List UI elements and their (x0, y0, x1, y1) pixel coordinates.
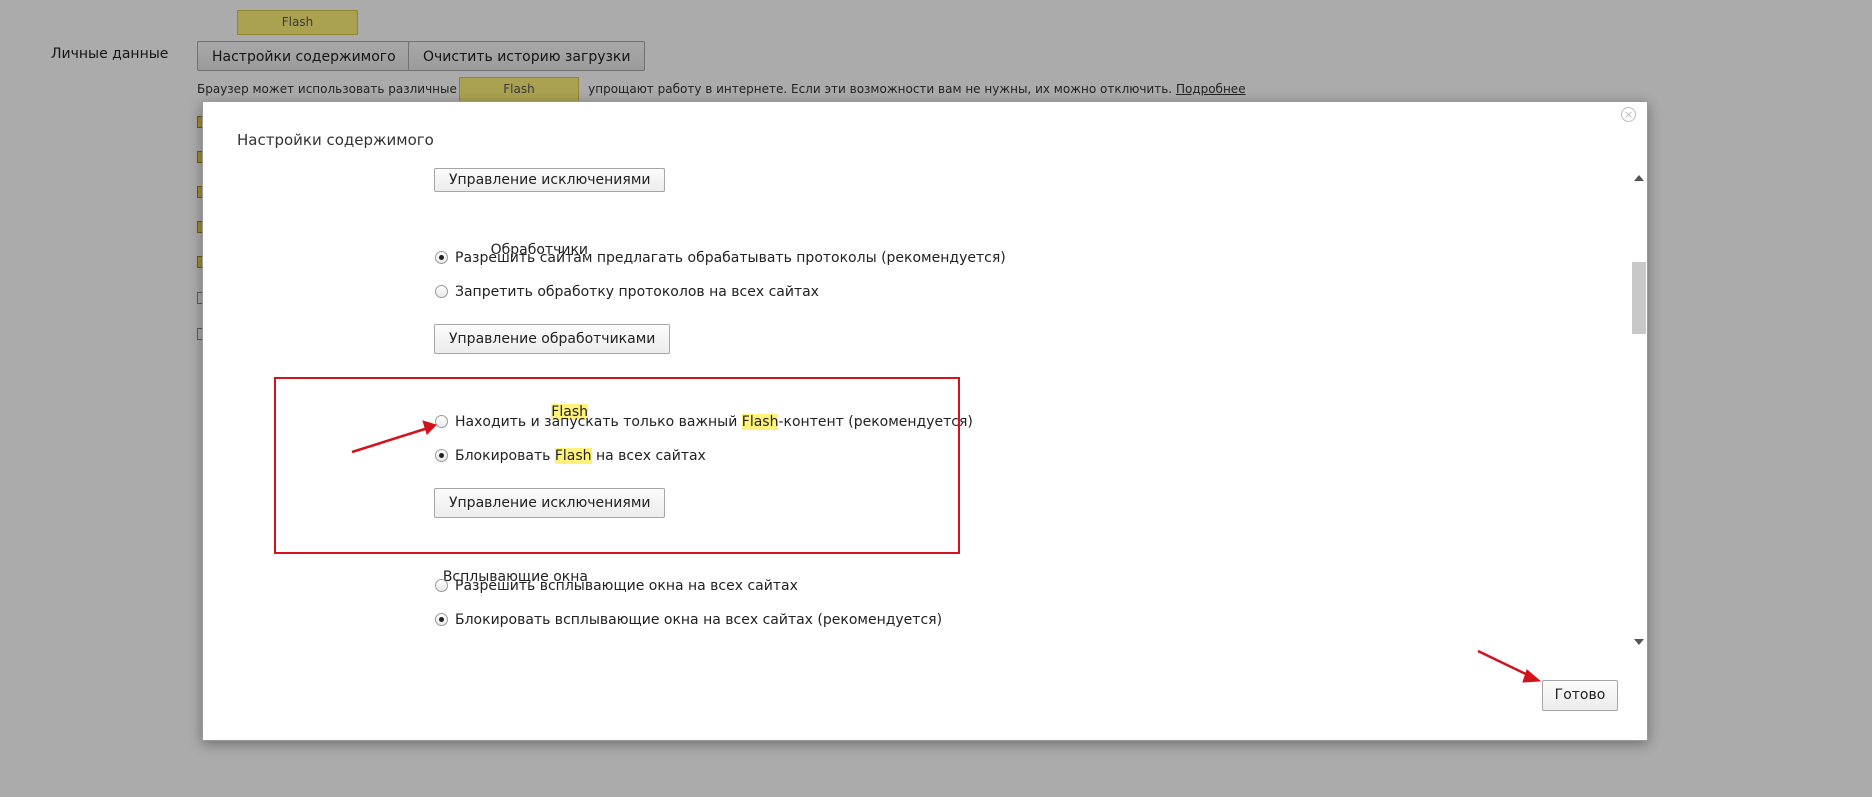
handlers-deny-option[interactable]: Запретить обработку протоколов на всех с… (435, 283, 819, 301)
popups-allow-option[interactable]: Разрешить всплывающие окна на всех сайта… (435, 577, 798, 595)
handlers-allow-option[interactable]: Разрешить сайтам предлагать обрабатывать… (435, 249, 1006, 267)
manage-handlers-button[interactable]: Управление обработчиками (434, 324, 671, 354)
scroll-down-icon[interactable] (1634, 639, 1644, 645)
handlers-allow-label: Разрешить сайтам предлагать обрабатывать… (455, 250, 1006, 266)
radio-selected[interactable] (435, 613, 448, 626)
done-button[interactable]: Готово (1542, 680, 1618, 711)
scroll-thumb[interactable] (1632, 262, 1646, 334)
radio-selected[interactable] (435, 251, 448, 264)
popups-block-label: Блокировать всплывающие окна на всех сай… (455, 612, 943, 628)
close-icon[interactable]: × (1621, 107, 1636, 122)
dialog-title: Настройки содержимого (237, 131, 434, 149)
handlers-deny-label: Запретить обработку протоколов на всех с… (455, 284, 819, 300)
radio-unselected[interactable] (435, 579, 448, 592)
manage-exceptions-button-top[interactable]: Управление исключениями (434, 168, 666, 192)
scroll-up-icon[interactable] (1634, 175, 1644, 181)
popups-allow-label: Разрешить всплывающие окна на всех сайта… (455, 578, 798, 594)
popups-block-option[interactable]: Блокировать всплывающие окна на всех сай… (435, 611, 942, 629)
radio-unselected[interactable] (435, 285, 448, 298)
dialog-scrollbar[interactable] (1631, 168, 1647, 652)
annotation-highlight-box (274, 377, 960, 554)
